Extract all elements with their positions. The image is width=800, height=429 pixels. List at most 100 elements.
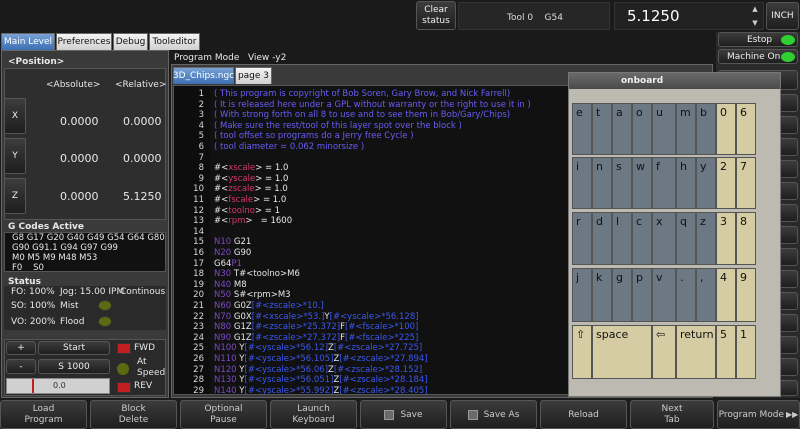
key-y[interactable]: y [696, 157, 716, 209]
key-5[interactable]: 5 [716, 325, 736, 379]
position-title: <Position> [8, 57, 65, 67]
chevron-up-icon[interactable]: ▲ [752, 5, 757, 13]
save-as-button[interactable]: Save As [450, 400, 537, 429]
key-t[interactable]: t [592, 103, 612, 155]
key-2[interactable]: 2 [716, 157, 736, 209]
code-text: N60 G0Z[#<zscale>*10.] [214, 301, 324, 311]
key-e[interactable]: e [572, 103, 592, 155]
key-4[interactable]: 4 [716, 268, 736, 322]
code-text: N120 Y[#<yscale>*56.06]Z[#<zscale>*28.15… [214, 365, 422, 375]
key-3[interactable]: 3 [716, 212, 736, 265]
reload-button[interactable]: Reload [540, 400, 627, 429]
code-text: #<zscale> = 1.0 [214, 184, 288, 194]
clear-status-button[interactable]: Clear status [416, 1, 456, 30]
key-l[interactable]: l [612, 212, 632, 265]
chevron-down-icon[interactable]: ▼ [752, 19, 757, 27]
key-p[interactable]: p [632, 268, 652, 322]
mist-label: Mist [60, 301, 79, 311]
line-number: 10 [193, 184, 204, 195]
key-7[interactable]: 7 [736, 157, 756, 209]
key-g[interactable]: g [612, 268, 632, 322]
code-token: [#<zscale>*28.152] [333, 364, 423, 375]
next-tab-button[interactable]: Next Tab [630, 400, 714, 429]
key-period[interactable]: . [676, 268, 696, 322]
key-i[interactable]: i [572, 157, 592, 209]
axis-x-button[interactable]: X [4, 98, 26, 134]
gcodes-line: G90 G91.1 G94 G97 G99 [12, 243, 118, 253]
tab-debug[interactable]: Debug [113, 33, 148, 50]
key-0[interactable]: 0 [716, 103, 736, 155]
line-number: 5 [198, 131, 204, 142]
code-text: #<rpm> = 1600 [214, 216, 292, 226]
tab-preferences[interactable]: Preferences [56, 33, 112, 50]
key-1[interactable]: 1 [736, 325, 756, 379]
key-k[interactable]: k [592, 268, 612, 322]
code-text: #<toolno> = 1 [214, 206, 280, 216]
launch-keyboard-button[interactable]: Launch Keyboard [270, 400, 357, 429]
line-number: 15 [193, 237, 204, 248]
load-program-button[interactable]: Load Program [0, 400, 87, 429]
key-q[interactable]: q [676, 212, 696, 265]
code-token: ( It is released here under a GPL withou… [214, 99, 531, 110]
spindle-plus-button[interactable]: + [6, 341, 36, 355]
key-comma[interactable]: , [696, 268, 716, 322]
key-x[interactable]: x [652, 212, 676, 265]
program-mode-button[interactable]: Program Mode ▶▶ [717, 400, 800, 429]
code-token: [#<yscale>*56.06] [244, 364, 329, 375]
code-token: [#<zscale>*28.405] [339, 385, 428, 395]
spindle-start-button[interactable]: Start [38, 341, 110, 355]
save-as-icon [467, 409, 478, 420]
estop-button[interactable]: Estop [718, 32, 798, 47]
spindle-speed-button[interactable]: S 1000 [38, 359, 110, 374]
code-token: fscale [228, 195, 254, 205]
block-delete-button[interactable]: Block Delete [90, 400, 177, 429]
space-key[interactable]: space [592, 325, 652, 379]
spindle-minus-button[interactable]: - [6, 359, 36, 374]
inch-button[interactable]: INCH [766, 2, 799, 30]
code-token: yscale [228, 173, 256, 184]
axis-z-button[interactable]: Z [4, 178, 26, 214]
line-number: 12 [193, 205, 204, 216]
machine-on-button[interactable]: Machine On [718, 49, 798, 64]
line-number: 14 [193, 226, 204, 237]
code-token: [#<zscale>*27.725] [333, 343, 423, 354]
code-token: #< [214, 173, 229, 184]
key-h[interactable]: h [676, 157, 696, 209]
key-u[interactable]: u [652, 103, 676, 155]
onboard-titlebar[interactable]: onboard [569, 73, 780, 89]
key-z[interactable]: z [696, 212, 716, 265]
save-button[interactable]: Save [360, 400, 447, 429]
value-spinner[interactable]: ▲ ▼ [749, 5, 761, 27]
code-token: N10 [214, 237, 234, 248]
key-m[interactable]: m [676, 103, 696, 155]
key-f[interactable]: f [652, 157, 676, 209]
axis-y-button[interactable]: Y [4, 138, 26, 174]
key-n[interactable]: n [592, 157, 612, 209]
key-r[interactable]: r [572, 212, 592, 265]
key-8[interactable]: 8 [736, 212, 756, 265]
code-text: N140 Y[#<yscale>*55.992]Z[#<zscale>*28.4… [214, 385, 428, 395]
file-tab-3d-chips[interactable]: 3D_Chips.ngc [173, 67, 234, 84]
code-token: > = 1 [254, 205, 280, 216]
key-9[interactable]: 9 [736, 268, 756, 322]
key-a[interactable]: a [612, 103, 632, 155]
key-v[interactable]: v [652, 268, 676, 322]
vo-label: VO: 200% [11, 317, 56, 327]
optional-pause-button[interactable]: Optional Pause [180, 400, 267, 429]
file-tab-page-3[interactable]: page 3 [235, 67, 272, 84]
backspace-key[interactable]: ⇦ [652, 325, 676, 379]
key-j[interactable]: j [572, 268, 592, 322]
shift-key[interactable]: ⇧ [572, 325, 592, 379]
tab-main-level[interactable]: Main Level [1, 33, 55, 50]
key-s[interactable]: s [612, 157, 632, 209]
key-w[interactable]: w [632, 157, 652, 209]
relative-label: <Relative> [115, 80, 167, 90]
key-o[interactable]: o [632, 103, 652, 155]
key-c[interactable]: c [632, 212, 652, 265]
code-token: > = 1.0 [255, 173, 289, 184]
key-6[interactable]: 6 [736, 103, 756, 155]
return-key[interactable]: return [676, 325, 716, 379]
key-b[interactable]: b [696, 103, 716, 155]
key-d[interactable]: d [592, 212, 612, 265]
tab-tooleditor[interactable]: Tooleditor [149, 33, 200, 50]
